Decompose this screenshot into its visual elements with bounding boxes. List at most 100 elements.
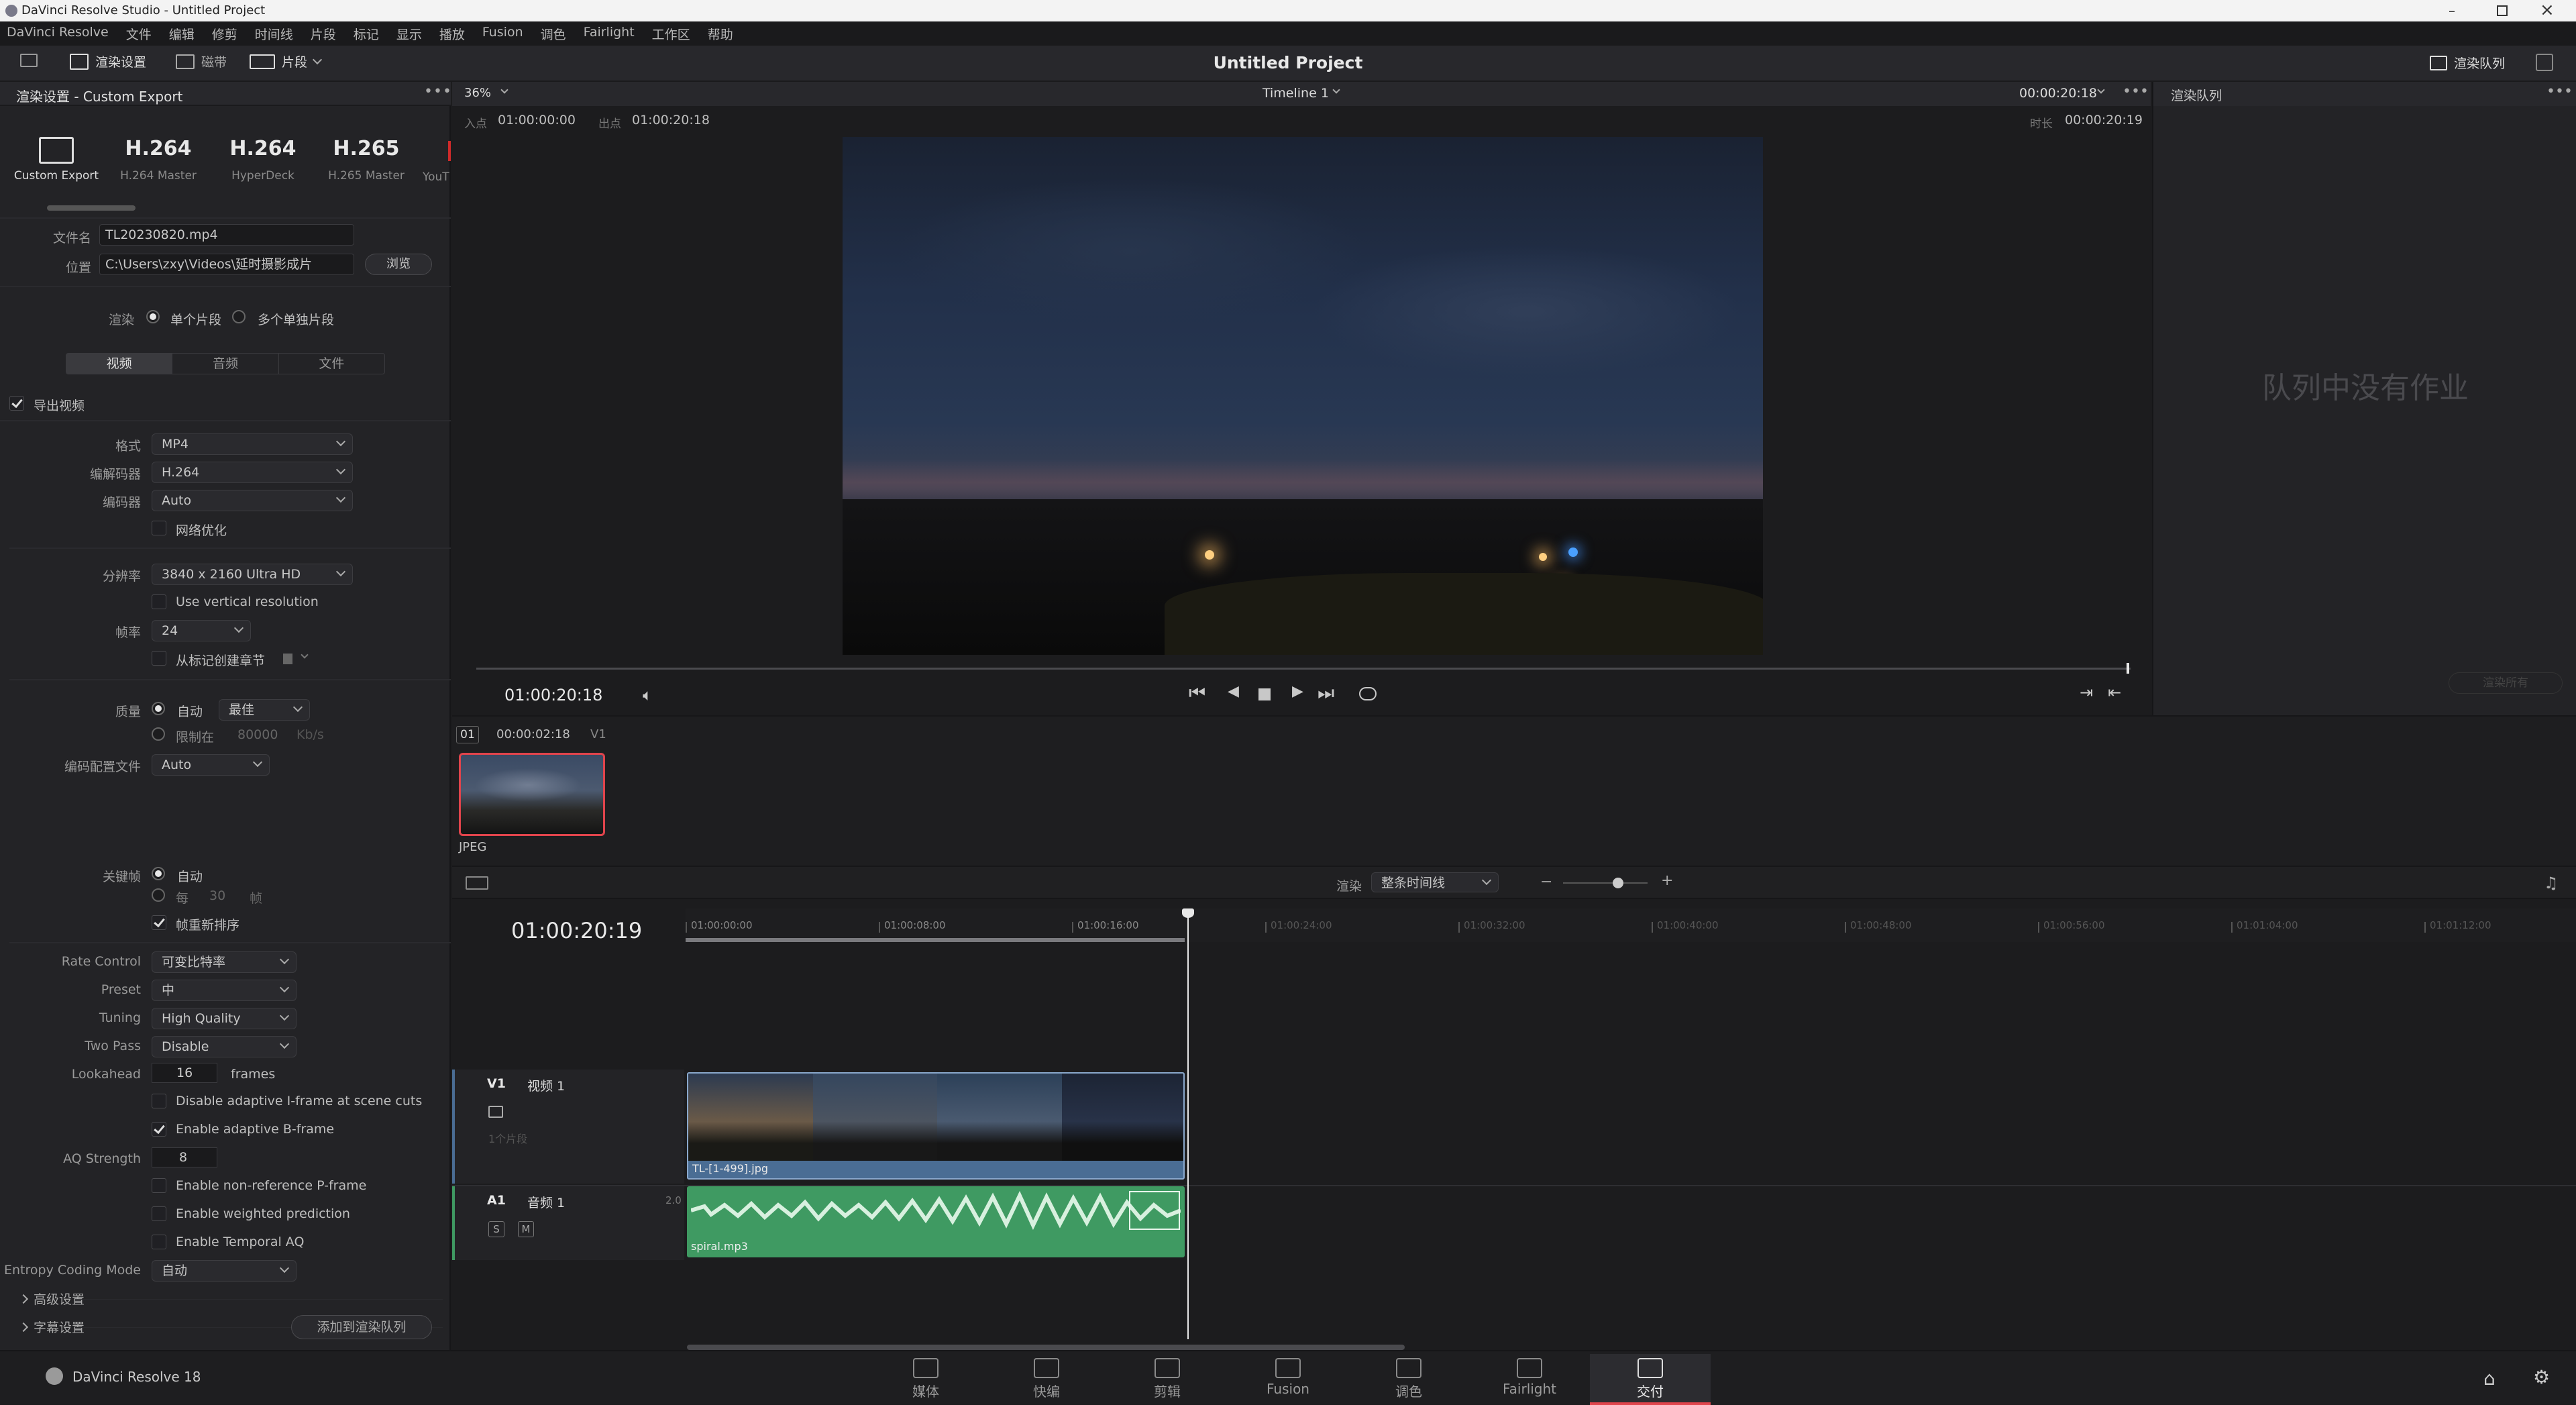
keyframe-every-radio[interactable] bbox=[152, 888, 165, 902]
vertical-res-checkbox[interactable] bbox=[152, 594, 166, 609]
more-options-icon[interactable]: ••• bbox=[2546, 83, 2573, 100]
more-options-icon[interactable]: ••• bbox=[424, 83, 452, 100]
render-range-dropdown[interactable]: 整条时间线 bbox=[1371, 872, 1499, 892]
more-options-icon[interactable]: ••• bbox=[2123, 83, 2149, 100]
timeline-view-icon[interactable] bbox=[466, 876, 488, 890]
monitor-icon[interactable] bbox=[20, 54, 38, 67]
timeline-name[interactable]: Timeline 1 bbox=[1263, 86, 1329, 101]
framerate-dropdown[interactable]: 24 bbox=[152, 620, 251, 641]
timeline-playhead[interactable] bbox=[1187, 910, 1189, 1339]
audio-meter-icon[interactable]: ♫ bbox=[2544, 874, 2559, 892]
jump-end-button[interactable]: ⏭︎ bbox=[1318, 682, 1334, 705]
solo-button[interactable]: S bbox=[488, 1221, 504, 1237]
preset-h265-master[interactable]: H.265 H.265 Master bbox=[319, 129, 413, 203]
rate-control-dropdown[interactable]: 可变比特率 bbox=[152, 951, 297, 973]
zoom-slider-track[interactable] bbox=[1623, 882, 1648, 884]
network-opt-checkbox[interactable] bbox=[152, 521, 166, 535]
subtitle-settings-toggle[interactable]: 字幕设置 bbox=[18, 1318, 85, 1336]
play-reverse-button[interactable]: ◀︎ bbox=[1228, 683, 1239, 700]
collapse-panel-icon[interactable] bbox=[2536, 54, 2553, 71]
location-field[interactable]: C:\Users\zxy\Videos\延时摄影成片 bbox=[99, 254, 354, 275]
preset-youtube[interactable]: YouT bbox=[423, 129, 451, 203]
play-button[interactable]: ▶︎ bbox=[1292, 683, 1303, 700]
menu-item[interactable]: 编辑 bbox=[169, 25, 195, 43]
render-queue-button[interactable]: 渲染队列 bbox=[2430, 54, 2505, 72]
video-clip[interactable]: TL-[1-499].jpg bbox=[687, 1072, 1185, 1180]
keyframe-auto-radio[interactable] bbox=[152, 867, 165, 880]
menu-item[interactable]: 时间线 bbox=[255, 25, 293, 43]
menu-item[interactable]: 标记 bbox=[354, 25, 379, 43]
preset-hyperdeck[interactable]: H.264 HyperDeck bbox=[216, 129, 310, 203]
timeline-ruler[interactable]: 01:00:00:00 01:00:08:00 01:00:16:00 01:00:2… bbox=[686, 908, 2576, 942]
quality-auto-radio[interactable] bbox=[152, 702, 165, 715]
tab-file[interactable]: 文件 bbox=[278, 354, 384, 374]
next-edit-button[interactable]: ⇥ bbox=[2080, 683, 2093, 702]
page-tab[interactable]: Fusion bbox=[1228, 1354, 1348, 1402]
minimize-button[interactable]: – bbox=[2449, 3, 2465, 19]
render-all-button[interactable]: 渲染所有 bbox=[2449, 672, 2563, 694]
scrubber-track[interactable] bbox=[476, 668, 2131, 670]
render-settings-button[interactable]: 渲染设置 bbox=[70, 52, 146, 70]
chapters-checkbox[interactable] bbox=[152, 651, 166, 666]
reorder-checkbox[interactable] bbox=[152, 915, 166, 930]
limit-radio[interactable] bbox=[152, 727, 165, 741]
playhead-handle[interactable] bbox=[1182, 908, 1194, 918]
loop-icon[interactable] bbox=[1359, 687, 1377, 700]
browse-button[interactable]: 浏览 bbox=[365, 254, 432, 275]
quality-dropdown[interactable]: 最佳 bbox=[219, 699, 310, 721]
zoom-out-icon[interactable]: − bbox=[1540, 874, 1552, 890]
adaptive-b-checkbox[interactable] bbox=[152, 1122, 166, 1137]
tab-audio[interactable]: 音频 bbox=[172, 354, 278, 374]
scrubber-playhead[interactable] bbox=[2127, 663, 2129, 674]
nonref-p-checkbox[interactable] bbox=[152, 1178, 166, 1193]
video-frame[interactable] bbox=[843, 137, 1763, 655]
tuning-dropdown[interactable]: High Quality bbox=[152, 1008, 297, 1029]
menu-item[interactable]: 修剪 bbox=[212, 25, 237, 43]
lookahead-field[interactable]: 16 bbox=[152, 1063, 217, 1083]
adaptive-i-checkbox[interactable] bbox=[152, 1094, 166, 1108]
clips-button[interactable]: 片段 bbox=[250, 52, 323, 70]
close-button[interactable]: × bbox=[2540, 0, 2555, 20]
tape-button[interactable]: 磁带 bbox=[176, 52, 227, 70]
multi-clip-radio[interactable] bbox=[232, 310, 246, 323]
tab-video[interactable]: 视频 bbox=[66, 354, 172, 374]
encoder-dropdown[interactable]: Auto bbox=[152, 490, 353, 511]
chevron-down-icon[interactable] bbox=[500, 86, 508, 94]
clip-thumbnail[interactable] bbox=[459, 753, 605, 836]
menu-item[interactable]: Fairlight bbox=[584, 25, 635, 43]
weighted-checkbox[interactable] bbox=[152, 1206, 166, 1221]
filename-field[interactable]: TL20230820.mp4 bbox=[99, 224, 354, 246]
page-tab[interactable]: 快编 bbox=[986, 1354, 1107, 1402]
menu-item[interactable]: Fusion bbox=[482, 25, 523, 43]
menu-item[interactable]: 文件 bbox=[126, 25, 152, 43]
jump-start-button[interactable]: ⏮︎ bbox=[1189, 682, 1205, 705]
menu-item[interactable]: 工作区 bbox=[652, 25, 690, 43]
page-tab[interactable]: Fairlight bbox=[1469, 1354, 1590, 1402]
entropy-dropdown[interactable]: 自动 bbox=[152, 1260, 297, 1282]
menu-item[interactable]: 帮助 bbox=[708, 25, 733, 43]
preset-dropdown[interactable]: 中 bbox=[152, 980, 297, 1001]
advanced-settings-toggle[interactable]: 高级设置 bbox=[18, 1290, 85, 1308]
timeline-scrollbar[interactable] bbox=[687, 1345, 1405, 1350]
menu-item[interactable]: 播放 bbox=[439, 25, 465, 43]
restore-button[interactable] bbox=[2497, 5, 2508, 16]
twopass-dropdown[interactable]: Disable bbox=[152, 1036, 297, 1057]
chevron-down-icon[interactable] bbox=[2097, 86, 2105, 94]
gear-icon[interactable]: ⚙︎ bbox=[2533, 1366, 2550, 1388]
menu-item[interactable]: 调色 bbox=[541, 25, 566, 43]
limit-field[interactable]: 80000 bbox=[231, 725, 291, 745]
add-to-queue-button[interactable]: 添加到渲染队列 bbox=[291, 1315, 432, 1339]
presets-scrollbar[interactable] bbox=[47, 205, 136, 211]
single-clip-radio[interactable] bbox=[146, 310, 160, 323]
home-icon[interactable]: ⌂ bbox=[2483, 1367, 2496, 1390]
resolution-dropdown[interactable]: 3840 x 2160 Ultra HD bbox=[152, 564, 353, 585]
menu-item[interactable]: DaVinci Resolve bbox=[7, 25, 109, 43]
volume-icon[interactable]: 🔈︎ bbox=[643, 686, 652, 705]
page-tab[interactable]: 调色 bbox=[1348, 1354, 1469, 1402]
keyframe-n[interactable]: 30 bbox=[209, 888, 225, 903]
profile-dropdown[interactable]: Auto bbox=[152, 754, 270, 776]
format-dropdown[interactable]: MP4 bbox=[152, 433, 353, 455]
zoom-slider-handle[interactable] bbox=[1613, 878, 1623, 888]
prev-edit-button[interactable]: ⇤ bbox=[2108, 683, 2121, 702]
chevron-down-icon[interactable] bbox=[1332, 86, 1340, 94]
